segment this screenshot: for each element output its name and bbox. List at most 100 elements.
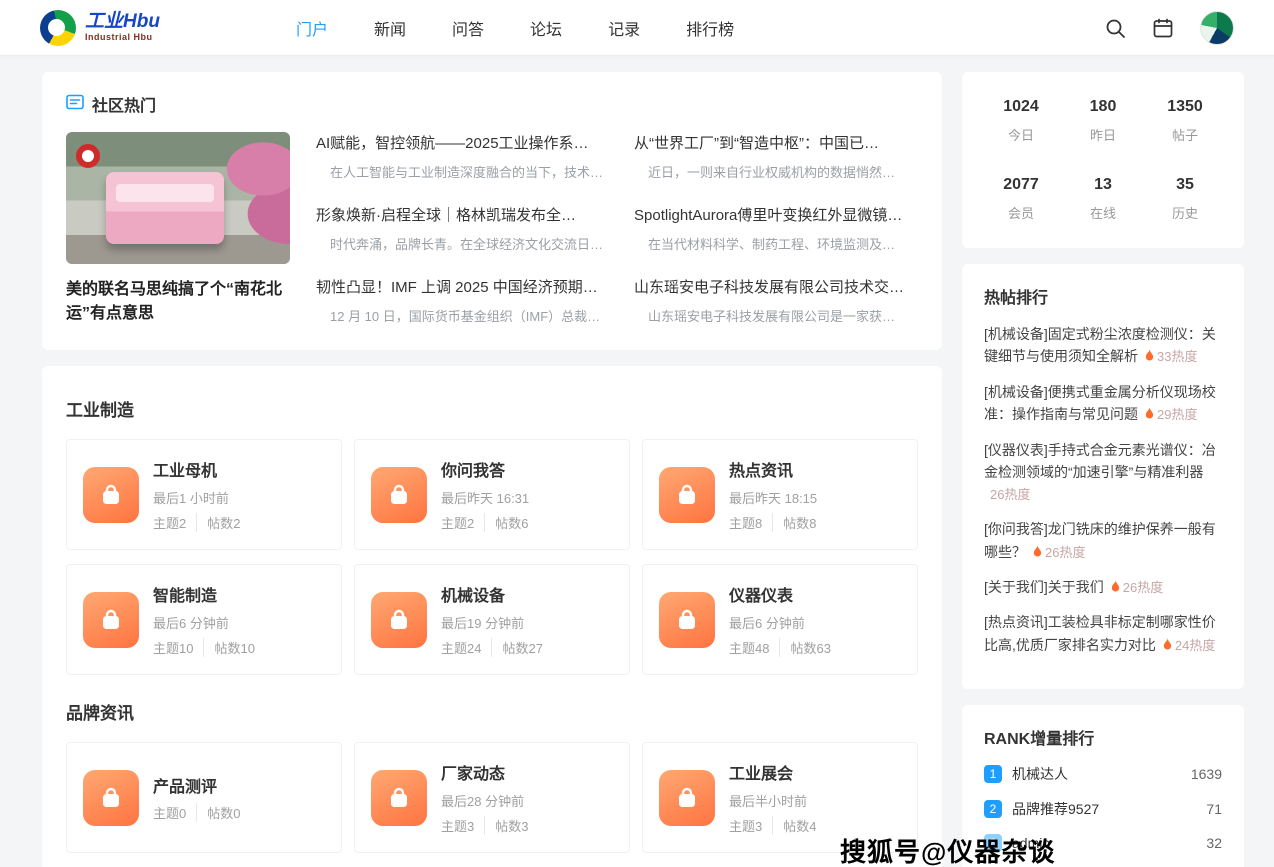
forum-name: 工业母机 xyxy=(153,457,240,481)
forum-last-post: 最后昨天 18:15 xyxy=(729,488,817,507)
forum-tile-redianzixun[interactable]: 热点资讯 最后昨天 18:15 主题8 帖数8 xyxy=(642,439,918,550)
featured-article[interactable]: 美的联名马思纯搞了个“南花北运”有点意思 xyxy=(66,132,290,326)
stat-members: 2077会员 xyxy=(980,176,1062,222)
shopping-bag-icon xyxy=(659,592,715,648)
section-title-brand: 品牌资讯 xyxy=(66,699,918,724)
menu-item-records[interactable]: 记录 xyxy=(608,16,640,40)
news-title: 从“世界工厂”到“智造中枢”：中国已… xyxy=(634,132,926,153)
news-item[interactable]: 山东瑶安电子科技发展有限公司技术交… 山东瑶安电子科技发展有限公司是一家获… xyxy=(634,276,926,325)
news-item[interactable]: 形象焕新·启程全球｜格林凯瑞发布全… 时代奔涌，品牌长青。在全球经济文化交流日… xyxy=(316,204,608,253)
menu-item-qa[interactable]: 问答 xyxy=(452,16,484,40)
forum-posts: 帖数0 xyxy=(196,803,240,822)
rank-user-value: 71 xyxy=(1206,801,1222,817)
menu-item-forum[interactable]: 论坛 xyxy=(530,16,562,40)
flame-icon xyxy=(1144,404,1155,426)
industry-tiles: 工业母机 最后1 小时前 主题2 帖数2 你问我答 最后昨天 16:31 主题2帖… xyxy=(66,439,918,675)
shopping-bag-icon xyxy=(83,592,139,648)
heat-value: 26热度 xyxy=(990,487,1030,502)
forum-topics: 主题8 xyxy=(729,513,762,532)
forum-last-post: 最后昨天 16:31 xyxy=(441,488,529,507)
news-item[interactable]: 韧性凸显！IMF 上调 2025 中国经济预期… 12 月 10 日，国际货币基… xyxy=(316,276,608,325)
rank-row[interactable]: 1 机械达人 1639 xyxy=(984,764,1222,784)
forum-last-post: 最后28 分钟前 xyxy=(441,791,528,810)
forum-counts: 主题2 帖数2 xyxy=(153,513,240,532)
hot-post-item[interactable]: [仪器仪表]手持式合金元素光谱仪：冶金检测领域的“加速引擎”与精准利器26热度 xyxy=(984,439,1222,507)
stat-online: 13在线 xyxy=(1062,176,1144,222)
shopping-bag-icon xyxy=(659,467,715,523)
forum-last-post: 最后6 分钟前 xyxy=(729,613,831,632)
forum-tile-jixieshebei[interactable]: 机械设备 最后19 分钟前 主题24帖数27 xyxy=(354,564,630,675)
forum-tile-changjiadongtai[interactable]: 厂家动态 最后28 分钟前 主题3帖数3 xyxy=(354,742,630,853)
forum-tile-gongyemuji[interactable]: 工业母机 最后1 小时前 主题2 帖数2 xyxy=(66,439,342,550)
forum-name: 产品测评 xyxy=(153,773,240,797)
forum-tile-chanpinceping[interactable]: 产品测评 主题0帖数0 xyxy=(66,742,342,853)
forum-last-post: 最后半小时前 xyxy=(729,791,816,810)
heat-value: 26热度 xyxy=(1123,580,1163,595)
forum-topics: 主题3 xyxy=(441,816,474,835)
forum-last-post: 最后1 小时前 xyxy=(153,488,240,507)
page-body: 社区热门 美的联名马思纯搞了个“南花北运”有点意思 AI赋能，智控领航——202… xyxy=(0,56,1274,867)
calendar-icon[interactable] xyxy=(1152,17,1174,39)
forum-name: 仪器仪表 xyxy=(729,582,831,606)
hot-post-item[interactable]: [机械设备]固定式粉尘浓度检测仪：关键细节与使用须知全解析33热度 xyxy=(984,323,1222,369)
forum-sections-card: 工业制造 工业母机 最后1 小时前 主题2帖数2 你问我答 最后昨天 16:31 xyxy=(42,366,942,867)
hot-post-item[interactable]: [机械设备]便携式重金属分析仪现场校准：操作指南与常见问题29热度 xyxy=(984,381,1222,427)
forum-posts: 帖数8 xyxy=(772,513,816,532)
hot-post-item[interactable]: [热点资讯]工装检具非标定制哪家性价比高,优质厂家排名实力对比24热度 xyxy=(984,611,1222,657)
news-item[interactable]: SpotlightAurora傅里叶变换红外显微镜… 在当代材料科学、制药工程、… xyxy=(634,204,926,253)
rank-user-name: 品牌推荐9527 xyxy=(1012,799,1206,819)
main-column: 社区热门 美的联名马思纯搞了个“南花北运”有点意思 AI赋能，智控领航——202… xyxy=(42,72,942,867)
forum-posts: 帖数6 xyxy=(484,513,528,532)
flame-icon xyxy=(1162,635,1173,657)
forum-topics: 主题48 xyxy=(729,638,769,657)
heat-value: 33热度 xyxy=(1157,349,1197,364)
sidebar: 1024今日 180昨日 1350帖子 2077会员 13在线 35历史 热帖排… xyxy=(962,72,1244,867)
forum-counts: 主题8 帖数8 xyxy=(729,513,817,532)
forum-counts: 主题24帖数27 xyxy=(441,638,543,657)
user-avatar[interactable] xyxy=(1200,11,1234,45)
forum-tile-zhinengzhizao[interactable]: 智能制造 最后6 分钟前 主题10帖数10 xyxy=(66,564,342,675)
hot-posts-title: 热帖排行 xyxy=(984,284,1222,308)
rank-user-value: 1639 xyxy=(1191,766,1222,782)
search-icon[interactable] xyxy=(1104,17,1126,39)
rank-badge: 1 xyxy=(984,765,1002,783)
stat-yesterday: 180昨日 xyxy=(1062,98,1144,144)
stat-history: 35历史 xyxy=(1144,176,1226,222)
shopping-bag-icon xyxy=(371,592,427,648)
news-item[interactable]: 从“世界工厂”到“智造中枢”：中国已… 近日，一则来自行业权威机构的数据悄然… xyxy=(634,132,926,181)
forum-counts: 主题10帖数10 xyxy=(153,638,255,657)
rank-card-title: RANK增量排行 xyxy=(984,725,1222,749)
forum-name: 工业展会 xyxy=(729,760,816,784)
news-summary: 12 月 10 日，国际货币基金组织（IMF）总裁… xyxy=(316,306,608,325)
brand[interactable]: 工业Hbu Industrial Hbu xyxy=(40,10,236,46)
forum-posts: 帖数2 xyxy=(196,513,240,532)
shopping-bag-icon xyxy=(371,467,427,523)
brand-logo-icon xyxy=(40,10,76,46)
community-hot-icon xyxy=(66,93,84,116)
featured-image xyxy=(66,132,290,264)
news-summary: 在当代材料科学、制药工程、环境监测及… xyxy=(634,234,926,253)
forum-topics: 主题2 xyxy=(153,513,186,532)
news-column-2: 从“世界工厂”到“智造中枢”：中国已… 近日，一则来自行业权威机构的数据悄然… … xyxy=(634,132,926,326)
main-menu: 门户 新闻 问答 论坛 记录 排行榜 xyxy=(296,16,734,40)
forum-name: 热点资讯 xyxy=(729,457,817,481)
menu-item-ranking[interactable]: 排行榜 xyxy=(686,16,734,40)
forum-counts: 主题3帖数4 xyxy=(729,816,816,835)
news-summary: 在人工智能与工业制造深度融合的当下，技术… xyxy=(316,162,608,181)
forum-tile-niwenwoda[interactable]: 你问我答 最后昨天 16:31 主题2帖数6 xyxy=(354,439,630,550)
forum-tile-yiqiyibiao[interactable]: 仪器仪表 最后6 分钟前 主题48帖数63 xyxy=(642,564,918,675)
forum-name: 你问我答 xyxy=(441,457,529,481)
menu-item-news[interactable]: 新闻 xyxy=(374,16,406,40)
stats-card: 1024今日 180昨日 1350帖子 2077会员 13在线 35历史 xyxy=(962,72,1244,248)
forum-counts: 主题48帖数63 xyxy=(729,638,831,657)
forum-name: 智能制造 xyxy=(153,582,255,606)
menu-item-portal[interactable]: 门户 xyxy=(296,16,328,40)
hot-post-item[interactable]: [你问我答]龙门铣床的维护保养一般有哪些？26热度 xyxy=(984,518,1222,564)
news-summary: 近日，一则来自行业权威机构的数据悄然… xyxy=(634,162,926,181)
rank-row[interactable]: 2 品牌推荐9527 71 xyxy=(984,799,1222,819)
news-item[interactable]: AI赋能，智控领航——2025工业操作系… 在人工智能与工业制造深度融合的当下，… xyxy=(316,132,608,181)
stat-posts: 1350帖子 xyxy=(1144,98,1226,144)
watermark-text: 搜狐号@仪器杂谈 xyxy=(840,832,1055,867)
brand-tiles: 产品测评 主题0帖数0 厂家动态 最后28 分钟前 主题3帖数3 xyxy=(66,742,918,867)
hot-post-item[interactable]: [关于我们]关于我们26热度 xyxy=(984,576,1222,599)
